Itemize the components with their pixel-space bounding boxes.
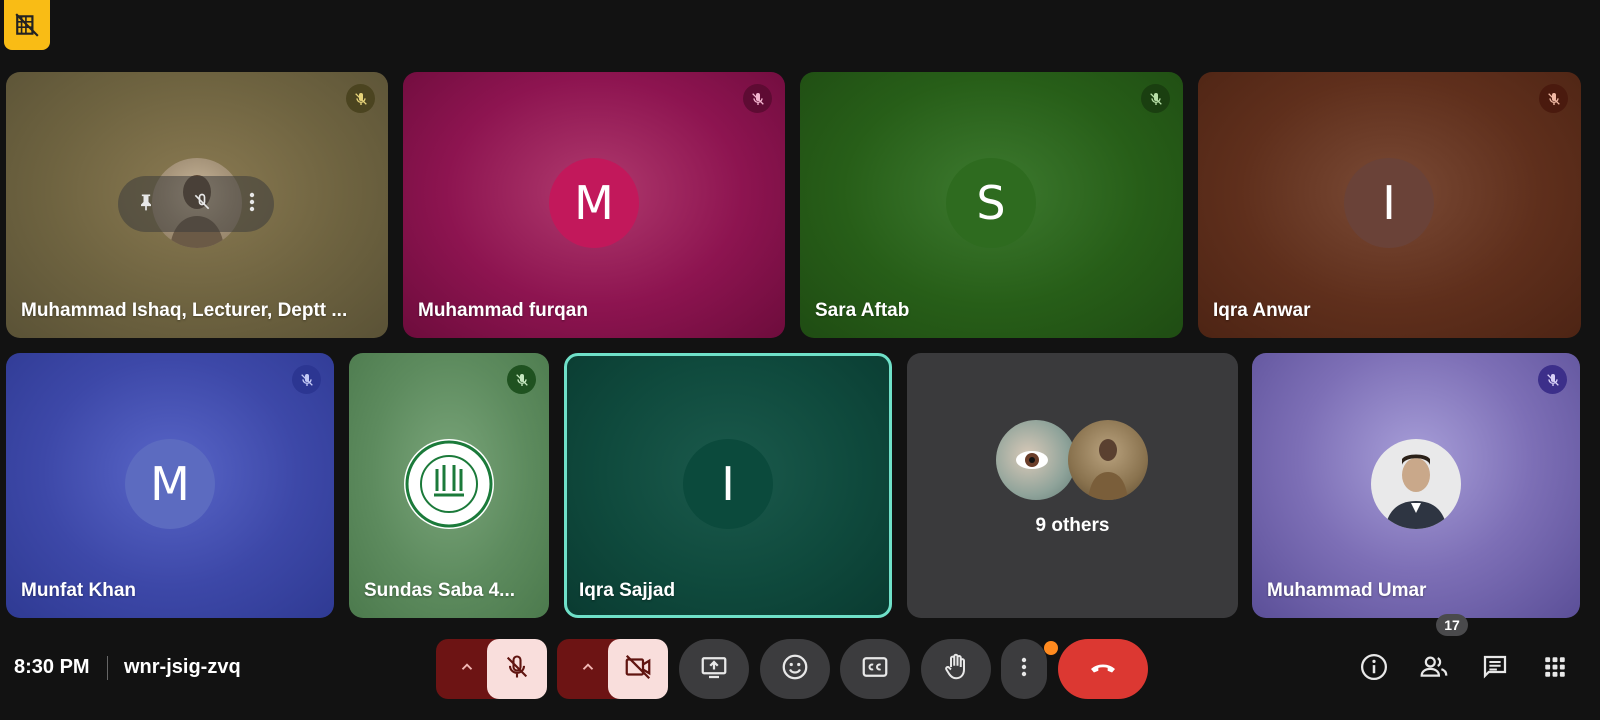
- participant-name: Munfat Khan: [21, 580, 137, 601]
- apps-grid-icon: [1542, 654, 1568, 685]
- people-button[interactable]: [1415, 650, 1453, 688]
- other-participant-avatar: [996, 420, 1076, 500]
- participant-tile[interactable]: M Munfat Khan: [6, 353, 334, 618]
- participant-count-badge: 17: [1436, 614, 1468, 636]
- present-screen-button[interactable]: [679, 639, 749, 699]
- mic-off-icon: [1539, 84, 1568, 113]
- captions-button[interactable]: [840, 639, 910, 699]
- participant-tile[interactable]: S Sara Aftab: [800, 72, 1183, 338]
- camera-toggle-button[interactable]: [608, 639, 668, 699]
- participant-avatar: M: [125, 439, 215, 529]
- participant-tile[interactable]: M Muhammad furqan: [403, 72, 785, 338]
- university-logo: [404, 439, 494, 529]
- participant-name: Sundas Saba 4...: [364, 580, 515, 601]
- others-tile[interactable]: 9 others: [907, 353, 1238, 618]
- participant-tile[interactable]: Muhammad Ishaq, Lecturer, Deptt ...: [6, 72, 388, 338]
- meeting-details-button[interactable]: [1355, 650, 1393, 688]
- present-screen-icon: [699, 652, 729, 687]
- participant-name: Muhammad furqan: [418, 300, 588, 321]
- pin-icon[interactable]: [136, 190, 156, 219]
- participant-photo: [1371, 439, 1461, 529]
- participant-tile[interactable]: I Iqra Anwar: [1198, 72, 1581, 338]
- chevron-up-icon: [579, 658, 597, 681]
- mic-off-icon: [743, 84, 772, 113]
- participant-avatar: M: [549, 158, 639, 248]
- participant-name: Muhammad Umar: [1267, 580, 1427, 601]
- participant-name: Muhammad Ishaq, Lecturer, Deptt ...: [21, 300, 348, 321]
- participant-avatar: S: [946, 158, 1036, 248]
- camera-off-icon: [623, 652, 653, 687]
- mute-participant-icon[interactable]: [192, 191, 212, 218]
- more-vert-icon: [1020, 655, 1028, 684]
- closed-captions-icon: [860, 652, 890, 687]
- current-time: 8:30 PM: [14, 656, 90, 678]
- more-options-button[interactable]: [1001, 639, 1047, 699]
- participant-avatar: I: [1344, 158, 1434, 248]
- leave-call-button[interactable]: [1058, 639, 1148, 699]
- raise-hand-button[interactable]: [921, 639, 991, 699]
- mic-off-icon: [507, 365, 536, 394]
- participant-tile[interactable]: Sundas Saba 4...: [349, 353, 549, 618]
- participant-name: Sara Aftab: [815, 300, 910, 321]
- tile-hover-controls: [118, 176, 274, 232]
- others-count-label: 9 others: [1035, 515, 1110, 536]
- meeting-code: wnr-jsig-zvq: [124, 656, 241, 678]
- other-participant-avatar: [1068, 420, 1148, 500]
- participant-tile[interactable]: Muhammad Umar: [1252, 353, 1580, 618]
- hang-up-icon: [1087, 651, 1119, 688]
- reactions-button[interactable]: [760, 639, 830, 699]
- no-video-badge-icon[interactable]: [4, 0, 50, 50]
- bottom-control-bar: 8:30 PM wnr-jsig-zvq 17: [0, 614, 1600, 720]
- mic-toggle-button[interactable]: [487, 639, 547, 699]
- participant-avatar: I: [683, 439, 773, 529]
- emoji-icon: [780, 652, 810, 687]
- info-icon: [1359, 652, 1389, 687]
- mic-off-icon: [1141, 84, 1170, 113]
- more-options-icon[interactable]: [248, 190, 256, 219]
- participant-name: Iqra Sajjad: [579, 580, 676, 601]
- mic-off-icon: [1538, 365, 1567, 394]
- mic-off-icon: [346, 84, 375, 113]
- mic-off-icon: [292, 365, 321, 394]
- activities-button[interactable]: [1536, 650, 1574, 688]
- notification-dot: [1044, 641, 1058, 655]
- hand-icon: [941, 652, 971, 687]
- participant-name: Iqra Anwar: [1213, 300, 1311, 321]
- people-icon: [1418, 652, 1450, 687]
- mic-off-icon: [503, 653, 531, 686]
- chat-icon: [1480, 652, 1510, 687]
- chevron-up-icon: [458, 658, 476, 681]
- divider: [107, 656, 108, 680]
- participant-tile-active[interactable]: I Iqra Sajjad: [564, 353, 892, 618]
- chat-button[interactable]: [1476, 650, 1514, 688]
